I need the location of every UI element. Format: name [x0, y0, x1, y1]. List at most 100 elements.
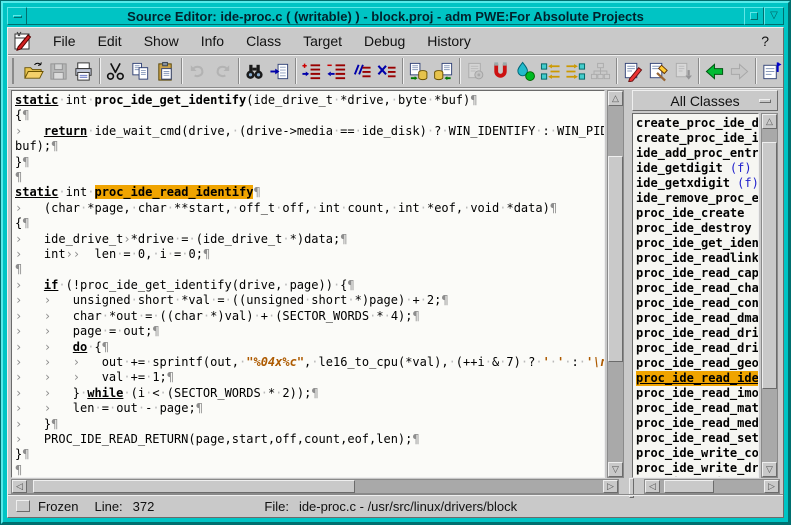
buffer-export-button[interactable]	[406, 58, 431, 84]
redo-button[interactable]	[210, 58, 235, 84]
class-vscroll-thumb[interactable]	[762, 142, 777, 388]
reload-button[interactable]	[670, 58, 695, 84]
open-button[interactable]	[21, 58, 46, 84]
class-list-item[interactable]: proc_ide_read_mat	[636, 401, 758, 416]
back-button[interactable]	[702, 58, 727, 84]
menu-items: FileEditShowInfoClassTargetDebugHistory	[42, 30, 482, 52]
window-menu-button[interactable]	[7, 7, 27, 25]
code-vertical-scrollbar[interactable]: △ ▽	[607, 90, 624, 478]
class-list-item[interactable]: proc_ide_write_dr	[636, 461, 758, 476]
indent-less-button[interactable]	[324, 58, 349, 84]
goto-line-button[interactable]	[267, 58, 292, 84]
undo-button[interactable]	[185, 58, 210, 84]
code-line: ¶	[15, 170, 604, 185]
menu-show[interactable]: Show	[133, 30, 190, 52]
print-button[interactable]	[71, 58, 96, 84]
menu-info[interactable]: Info	[190, 30, 235, 52]
build-button[interactable]	[645, 58, 670, 84]
find-icon	[244, 61, 265, 82]
class-hscroll-track[interactable]	[660, 480, 764, 493]
class-list-item[interactable]: proc_ide_read_med	[636, 416, 758, 431]
forward-button[interactable]	[727, 58, 752, 84]
colorize-button[interactable]	[513, 58, 538, 84]
route-out-button[interactable]	[563, 58, 588, 84]
class-list-item[interactable]: proc_ide_destroy	[636, 221, 758, 236]
class-vscroll-track[interactable]	[762, 129, 777, 462]
class-list-item[interactable]: proc_ide_get_iden	[636, 236, 758, 251]
paste-button[interactable]	[153, 58, 178, 84]
editor-app-icon	[12, 30, 34, 52]
help-menu[interactable]: ?	[753, 30, 777, 52]
magnet-button[interactable]	[488, 58, 513, 84]
titlebar[interactable]: Source Editor: ide-proc.c ( (writable) )…	[7, 7, 784, 25]
class-list-item[interactable]: proc_ide_read_set	[636, 431, 758, 446]
scroll-left-icon[interactable]: ◁	[12, 480, 27, 493]
class-list-item[interactable]: proc_ide_read_cap	[636, 266, 758, 281]
comment-button[interactable]	[349, 58, 374, 84]
class-list-item-selected[interactable]: proc_ide_read_ide	[636, 371, 758, 386]
code-hscroll-track[interactable]	[27, 480, 603, 493]
annotate-button[interactable]	[620, 58, 645, 84]
class-list-item[interactable]: ide_remove_proc_e	[636, 191, 758, 206]
scroll-right-icon[interactable]: ▷	[764, 480, 779, 493]
route-in-button[interactable]	[538, 58, 563, 84]
code-vscroll-thumb[interactable]	[608, 156, 623, 362]
shade-button[interactable]: ▽	[764, 7, 784, 25]
find-button[interactable]	[242, 58, 267, 84]
class-list[interactable]: create_proc_ide_dcreate_proc_ide_iide_ad…	[632, 113, 759, 478]
code-hscroll-thumb[interactable]	[33, 480, 356, 493]
freeze-toggle[interactable]	[16, 500, 30, 512]
properties-button[interactable]	[759, 58, 784, 84]
window-frame: Source Editor: ide-proc.c ( (writable) )…	[1, 1, 790, 524]
class-list-item[interactable]: proc_ide_read_imo	[636, 386, 758, 401]
class-list-item[interactable]: proc_ide_read_con	[636, 296, 758, 311]
cut-button[interactable]	[103, 58, 128, 84]
class-list-item[interactable]: proc_ide_readlink	[636, 251, 758, 266]
toolbar-grip[interactable]	[12, 58, 14, 84]
class-list-item[interactable]: ide_getdigit (f)	[636, 161, 758, 176]
menu-debug[interactable]: Debug	[353, 30, 416, 52]
buffer-import-button[interactable]	[431, 58, 456, 84]
maximize-button[interactable]	[744, 7, 764, 25]
class-list-item[interactable]: create_proc_ide_i	[636, 131, 758, 146]
class-list-item[interactable]: ide_add_proc_entr	[636, 146, 758, 161]
class-list-item[interactable]: proc_ide_create	[636, 206, 758, 221]
indent-more-button[interactable]	[299, 58, 324, 84]
scroll-right-icon[interactable]: ▷	[603, 480, 618, 493]
scroll-up-icon[interactable]: △	[608, 91, 623, 106]
code-editor[interactable]: static·int·proc_ide_get_identify(ide_dri…	[11, 90, 605, 478]
class-filter-dropdown[interactable]: All Classes	[632, 90, 778, 111]
menu-file[interactable]: File	[42, 30, 87, 52]
class-list-item[interactable]: proc_ide_read_dma	[636, 311, 758, 326]
toolbar-group	[402, 58, 459, 84]
class-list-item[interactable]: proc_ide_read_dri	[636, 341, 758, 356]
code-vscroll-track[interactable]	[608, 106, 623, 462]
hierarchy-button[interactable]	[588, 58, 613, 84]
uncomment-button[interactable]	[374, 58, 399, 84]
class-hscroll-thumb[interactable]	[664, 480, 714, 493]
parse-button[interactable]	[463, 58, 488, 84]
menu-target[interactable]: Target	[292, 30, 353, 52]
scroll-down-icon[interactable]: ▽	[762, 462, 777, 477]
class-list-item[interactable]: proc_ide_write_co	[636, 446, 758, 461]
class-horizontal-scrollbar[interactable]: ◁ ▷	[644, 479, 780, 494]
menu-edit[interactable]: Edit	[87, 30, 133, 52]
scroll-down-icon[interactable]: ▽	[608, 462, 623, 477]
copy-button[interactable]	[128, 58, 153, 84]
menu-history[interactable]: History	[416, 30, 482, 52]
annotate-icon	[622, 61, 643, 82]
class-vertical-scrollbar[interactable]: △ ▽	[761, 113, 778, 478]
scroll-up-icon[interactable]: △	[762, 114, 777, 129]
class-list-item[interactable]: create_proc_ide_d	[636, 116, 758, 131]
code-line: {¶	[15, 216, 604, 231]
code-horizontal-scrollbar[interactable]: ◁ ▷	[11, 479, 619, 494]
menu-class[interactable]: Class	[235, 30, 292, 52]
class-list-item[interactable]: proc_ide_read_dri	[636, 326, 758, 341]
class-list-item[interactable]: proc_ide_read_geo	[636, 356, 758, 371]
save-button[interactable]	[46, 58, 71, 84]
code-line: › PROC_IDE_READ_RETURN(page,start,off,co…	[15, 432, 604, 447]
indent-more-icon	[301, 61, 322, 82]
scroll-left-icon[interactable]: ◁	[645, 480, 660, 493]
class-list-item[interactable]: proc_ide_read_cha	[636, 281, 758, 296]
class-list-item[interactable]: ide_getxdigit (f)	[636, 176, 758, 191]
